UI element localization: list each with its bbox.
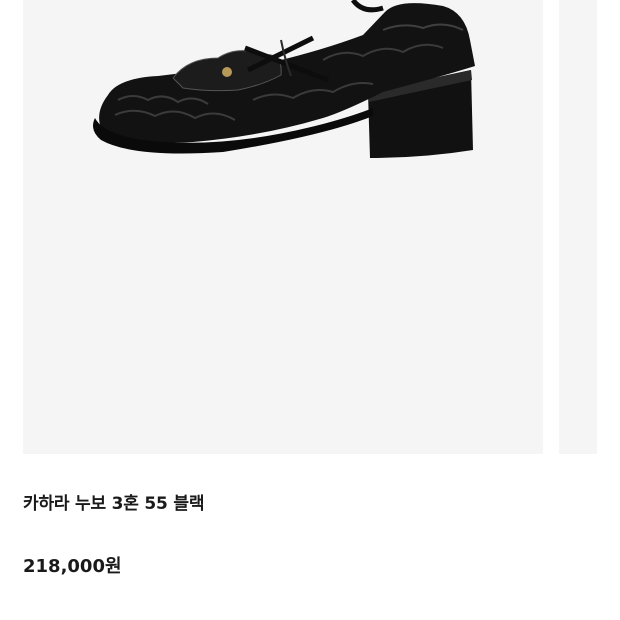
product-image-gallery[interactable]	[0, 0, 620, 456]
product-price: 218,000원	[23, 556, 122, 577]
shoe-image	[93, 0, 476, 158]
product-title: 카하라 누보 3혼 55 블랙	[23, 494, 205, 514]
product-photo[interactable]	[23, 0, 543, 454]
next-product-photo[interactable]	[559, 0, 597, 454]
